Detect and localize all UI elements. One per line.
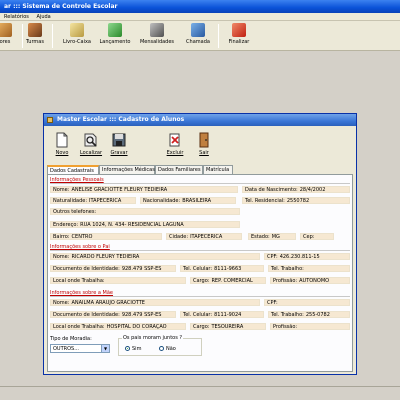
pais-juntos-group: Os pais moram juntos ? Sim Não [118, 335, 202, 356]
pais-juntos-label: Os pais moram juntos ? [122, 335, 184, 341]
tab-matricula[interactable]: Matrícula [203, 165, 233, 174]
radio-empty-icon [159, 346, 164, 351]
bairro-field[interactable]: Bairro: CENTRO [50, 233, 162, 240]
statusbar-divider [0, 386, 400, 387]
window-app-icon [47, 117, 53, 123]
nome-field[interactable]: Nome: ANELISE GRACIOTTE FLEURY TEDIEIRA [50, 186, 238, 193]
app-toolbar: ores Turmas Livro-Caixa Lançamento Mensa… [0, 21, 400, 51]
endereco-field[interactable]: Endereço: RUA 1024, N. 434- RESIDENCIAL L… [50, 221, 240, 228]
naturalidade-field[interactable]: Naturalidade: ITAPECERICA [50, 197, 136, 204]
mae-local-trabalho-field[interactable]: Local onde Trabalha: HOSPITAL DO CORAÇÃO [50, 323, 186, 330]
mae-cargo-field[interactable]: Cargo: TESOUREIRA [190, 323, 266, 330]
pai-tel-celular-field[interactable]: Tel. Celular: 8111-9663 [180, 265, 264, 272]
app-menubar: Relatórios Ajuda [0, 13, 400, 21]
mae-tel-trabalho-field[interactable]: Tel. Trabalho: 255-0782 [268, 311, 350, 318]
tab-informacoes-medicas[interactable]: Informações Médicas [99, 165, 155, 174]
tab-dados-familiares[interactable]: Dados Familiares [155, 165, 203, 174]
pai-profissao-field[interactable]: Profissão: AUTÔNOMO [270, 277, 350, 284]
mae-nome-field[interactable]: Nome: ANAILMA ARAUJO GRACIOTTE [50, 299, 260, 306]
pai-documento-field[interactable]: Documento de Identidade: 928.479 SSP-ES [50, 265, 176, 272]
toolbar-separator [52, 24, 53, 48]
menu-ajuda[interactable]: Ajuda [37, 13, 51, 21]
pai-cpf-field[interactable]: CPF: 426.230.811-15 [264, 253, 350, 260]
chevron-down-icon[interactable]: ▼ [101, 345, 109, 352]
search-icon [84, 133, 97, 147]
pai-local-trabalho-field[interactable]: Local onde Trabalha: [50, 277, 186, 284]
window-titlebar[interactable]: Master Escolar ::: Cadastro de Alunos [44, 114, 356, 126]
novo-button[interactable]: Novo [52, 132, 72, 166]
gravar-button[interactable]: Gravar [108, 132, 130, 166]
toolbar-lancamento-button[interactable]: Lançamento [98, 22, 132, 50]
section-divider [50, 250, 350, 251]
window-toolbar: Novo Localizar Gravar Excluir Sair [44, 126, 356, 166]
mae-profissao-field[interactable]: Profissão: [270, 323, 350, 330]
pai-tel-trabalho-field[interactable]: Tel. Trabalho: [268, 265, 350, 272]
toolbar-chamada-button[interactable]: Chamada [183, 22, 213, 50]
book-icon [150, 23, 164, 37]
cash-book-icon [70, 23, 84, 37]
data-nascimento-field[interactable]: Data de Nascimento: 28/4/2002 [242, 186, 350, 193]
toolbar-finalizar-button[interactable]: Finalizar [224, 22, 254, 50]
tipo-moradia-select[interactable]: OUTROS... ▼ [50, 344, 110, 353]
toolbar-separator [22, 24, 23, 48]
toolbar-professores-button[interactable]: ores [0, 22, 18, 50]
toolbar-turmas-button[interactable]: Turmas [24, 22, 46, 50]
tel-residencial-field[interactable]: Tel. Residencial: 2550782 [242, 197, 350, 204]
radio-nao[interactable]: Não [159, 346, 176, 352]
radio-sim[interactable]: Sim [125, 346, 141, 352]
form-panel: Informações Pessoais Nome: ANELISE GRACIO… [47, 174, 353, 372]
new-page-icon [56, 132, 68, 148]
cadastro-alunos-window: Master Escolar ::: Cadastro de Alunos No… [43, 113, 357, 375]
toolbar-mensalidades-button[interactable]: Mensalidades [138, 22, 176, 50]
calendar-icon [191, 23, 205, 37]
check-icon [108, 23, 122, 37]
cep-field[interactable]: Cep: [300, 233, 334, 240]
nacionalidade-field[interactable]: Nacionalidade: BRASILEIRA [140, 197, 236, 204]
mae-cpf-field[interactable]: CPF: [264, 299, 350, 306]
mae-tel-celular-field[interactable]: Tel. Celular: 8111-9024 [180, 311, 264, 318]
toolbar-livro-caixa-button[interactable]: Livro-Caixa [60, 22, 94, 50]
exit-icon [232, 23, 246, 37]
excluir-button[interactable]: Excluir [164, 132, 186, 166]
delete-icon [169, 133, 180, 147]
sair-button[interactable]: Sair [194, 132, 214, 166]
mae-documento-field[interactable]: Documento de Identidade: 928.479 SSP-ES [50, 311, 176, 318]
users-icon [0, 23, 12, 37]
exit-door-icon [199, 132, 209, 148]
tipo-moradia-label: Tipo de Moradia: [50, 336, 92, 342]
outros-telefones-field[interactable]: Outros telefones: [50, 208, 240, 215]
pai-cargo-field[interactable]: Cargo: REP. COMERCIAL [190, 277, 266, 284]
app-titlebar[interactable]: ar ::: Sistema de Controle Escolar [0, 0, 400, 13]
users-group-icon [28, 23, 42, 37]
menu-relatorios[interactable]: Relatórios [4, 13, 29, 21]
section-divider [50, 183, 350, 184]
save-icon [112, 133, 126, 147]
estado-field[interactable]: Estado: MG [248, 233, 296, 240]
radio-selected-icon [125, 346, 130, 351]
cidade-field[interactable]: Cidade: ITAPECERICA [166, 233, 242, 240]
section-divider [50, 296, 350, 297]
pai-nome-field[interactable]: Nome: RICARDO FLEURY TEDIEIRA [50, 253, 260, 260]
localizar-button[interactable]: Localizar [78, 132, 104, 166]
toolbar-separator [218, 24, 219, 48]
